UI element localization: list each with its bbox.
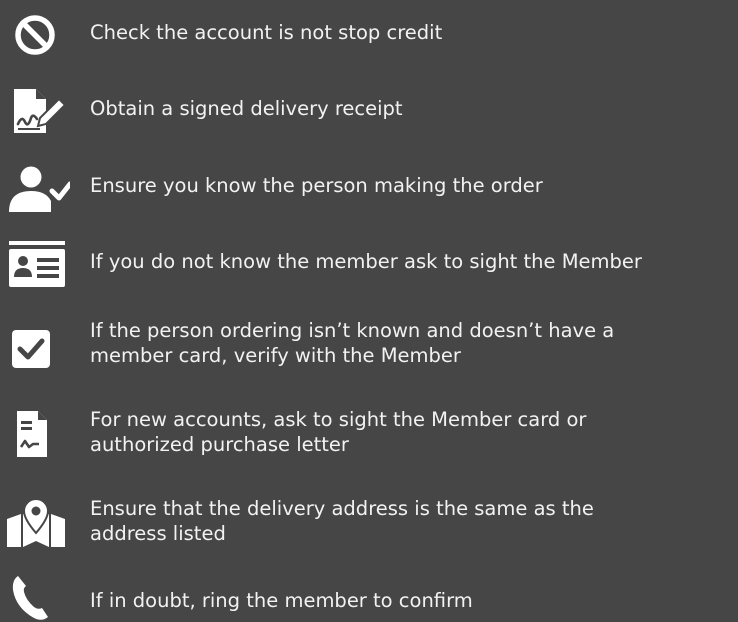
checklist-line: If in doubt, ring the member to confirm xyxy=(90,589,473,612)
checklist-line: For new accounts, ask to sight the Membe… xyxy=(90,408,587,431)
user-check-icon xyxy=(4,164,70,214)
checklist-text: For new accounts, ask to sight the Membe… xyxy=(90,407,735,457)
checkbox-checked-icon xyxy=(4,324,70,374)
checklist-text: Ensure you know the person making the or… xyxy=(90,173,735,198)
checklist-text: If the person ordering isn’t known and d… xyxy=(90,318,735,368)
map-location-icon xyxy=(4,497,70,547)
checklist-line: Check the account is not stop credit xyxy=(90,21,443,44)
checklist-text: Ensure that the delivery address is the … xyxy=(90,496,735,546)
checklist-line: authorized purchase letter xyxy=(90,433,349,456)
checklist-text: Obtain a signed delivery receipt xyxy=(90,96,735,121)
checklist-line: Ensure that the delivery address is the … xyxy=(90,497,594,520)
checklist-line: If you do not know the member ask to sig… xyxy=(90,250,642,273)
document-signature-icon xyxy=(4,409,70,459)
checklist-line: If the person ordering isn’t known and d… xyxy=(90,319,615,342)
prohibited-icon xyxy=(4,10,70,60)
checklist-line: Ensure you know the person making the or… xyxy=(90,174,543,197)
checklist-line: address listed xyxy=(90,522,226,545)
checklist-line: Obtain a signed delivery receipt xyxy=(90,97,403,120)
phone-icon xyxy=(4,572,70,622)
id-card-icon xyxy=(4,239,70,289)
checklist-line: member card, verify with the Member xyxy=(90,344,461,367)
delivery-checklist: Check the account is not stop credit Obt… xyxy=(0,0,738,620)
signed-document-icon xyxy=(4,86,70,136)
checklist-text: If in doubt, ring the member to confirm xyxy=(90,588,735,613)
checklist-text: Check the account is not stop credit xyxy=(90,20,735,45)
checklist-text: If you do not know the member ask to sig… xyxy=(90,249,735,274)
